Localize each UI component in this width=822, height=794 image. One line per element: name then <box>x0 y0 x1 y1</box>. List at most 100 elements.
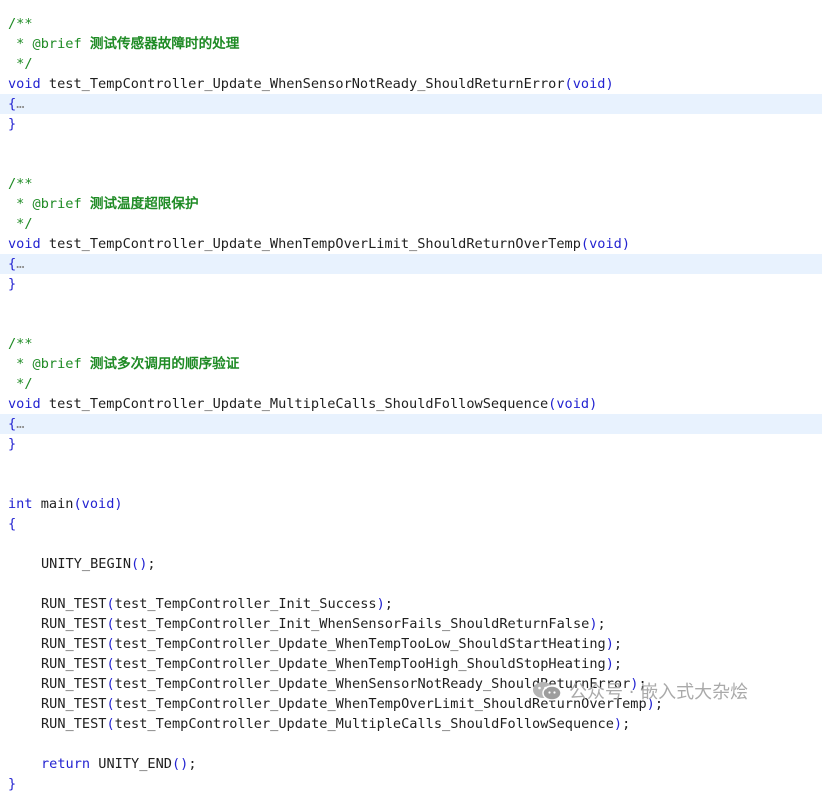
brief-tag: * @brief <box>8 356 90 372</box>
doc-comment-open: /** <box>0 174 822 194</box>
fold-ellipsis-icon[interactable]: … <box>16 416 24 432</box>
brace-close: } <box>8 116 17 132</box>
test-function-name: test_TempController_Update_WhenTempTooLo… <box>114 636 606 652</box>
macro-name: RUN_TEST <box>41 716 107 732</box>
brace-open: { <box>8 416 17 432</box>
function-signature: void test_TempController_Update_WhenSens… <box>0 74 822 94</box>
brace-close-line: } <box>0 434 822 454</box>
comment-text: */ <box>8 56 33 72</box>
paren-close: ) <box>376 596 385 612</box>
function-name: test_TempController_Update_MultipleCalls… <box>40 396 549 412</box>
semicolon: ; <box>622 716 631 732</box>
test-function-name: test_TempController_Update_MultipleCalls… <box>114 716 614 732</box>
doc-comment-close: */ <box>0 214 822 234</box>
doc-comment-brief: * @brief 测试传感器故障时的处理 <box>0 34 822 54</box>
paren-close: ) <box>605 636 614 652</box>
brief-tag: * @brief <box>8 36 90 52</box>
brace-open: { <box>8 256 17 272</box>
comment-text: /** <box>8 16 33 32</box>
doc-comment-close: */ <box>0 374 822 394</box>
run-test-line: RUN_TEST(test_TempController_Init_WhenSe… <box>0 614 822 634</box>
function-params: (void) <box>548 396 598 412</box>
comment-text: /** <box>8 336 33 352</box>
return-type: int <box>8 496 33 512</box>
run-test-line: RUN_TEST(test_TempController_Init_Succes… <box>0 594 822 614</box>
unity-begin-call: UNITY_BEGIN(); <box>0 554 822 574</box>
paren-open: ( <box>106 696 115 712</box>
comment-text: */ <box>8 376 33 392</box>
paren-open: ( <box>106 716 115 732</box>
macro-name: RUN_TEST <box>41 696 107 712</box>
folded-body[interactable]: {… <box>0 254 822 274</box>
return-keyword: return <box>41 756 91 772</box>
paren-open: ( <box>106 596 115 612</box>
function-signature: void test_TempController_Update_Multiple… <box>0 394 822 414</box>
fold-ellipsis-icon[interactable]: … <box>16 256 24 272</box>
brace-open: { <box>8 516 17 532</box>
doc-comment-close: */ <box>0 54 822 74</box>
comment-text: */ <box>8 216 33 232</box>
macro-name: UNITY_BEGIN <box>41 556 132 572</box>
brace-close-line: } <box>0 274 822 294</box>
code-editor[interactable]: /** * @brief 测试传感器故障时的处理 */ void test_Te… <box>0 14 822 794</box>
watermark-text: 公众号 · 嵌入式大杂烩 <box>569 682 749 703</box>
return-type: void <box>8 396 41 412</box>
fold-ellipsis-icon[interactable]: … <box>16 96 24 112</box>
test-function-name: test_TempController_Init_Success <box>114 596 377 612</box>
run-test-line: RUN_TEST(test_TempController_Update_Mult… <box>0 714 822 734</box>
brace-close: } <box>8 276 17 292</box>
paren-open: ( <box>106 676 115 692</box>
function-params: (void) <box>580 236 631 252</box>
return-type: void <box>8 236 41 252</box>
doc-comment-brief: * @brief 测试温度超限保护 <box>0 194 822 214</box>
brief-text: 测试温度超限保护 <box>89 196 199 212</box>
brace-open: { <box>8 96 17 112</box>
call-parens: () <box>171 756 189 772</box>
brace-close: } <box>8 776 17 792</box>
macro-name: RUN_TEST <box>41 676 107 692</box>
function-name: main <box>32 496 74 512</box>
test-function-name: test_TempController_Init_WhenSensorFails… <box>114 616 590 632</box>
folded-body[interactable]: {… <box>0 414 822 434</box>
macro-name: RUN_TEST <box>41 656 107 672</box>
brace-close-line: } <box>0 114 822 134</box>
return-type: void <box>8 76 41 92</box>
wechat-icon <box>531 680 563 702</box>
function-name: test_TempController_Update_WhenTempOverL… <box>40 236 581 252</box>
paren-close: ) <box>589 616 598 632</box>
watermark: 公众号 · 嵌入式大杂烩 <box>531 678 748 704</box>
semicolon: ; <box>147 556 156 572</box>
macro-name: RUN_TEST <box>41 636 107 652</box>
macro-name: RUN_TEST <box>41 596 107 612</box>
brace-open-line: { <box>0 514 822 534</box>
doc-comment-open: /** <box>0 334 822 354</box>
semicolon: ; <box>188 756 197 772</box>
run-test-line: RUN_TEST(test_TempController_Update_When… <box>0 654 822 674</box>
brief-text: 测试传感器故障时的处理 <box>89 36 240 52</box>
macro-name: UNITY_END <box>90 756 172 772</box>
macro-name: RUN_TEST <box>41 616 107 632</box>
function-signature: void test_TempController_Update_WhenTemp… <box>0 234 822 254</box>
function-params: (void) <box>564 76 614 92</box>
comment-text: /** <box>8 176 33 192</box>
function-params: (void) <box>73 496 123 512</box>
paren-open: ( <box>106 656 115 672</box>
semicolon: ; <box>597 616 606 632</box>
call-parens: () <box>131 556 148 572</box>
paren-open: ( <box>106 636 115 652</box>
function-name: test_TempController_Update_WhenSensorNot… <box>40 76 565 92</box>
paren-close: ) <box>613 716 623 732</box>
doc-comment-open: /** <box>0 14 822 34</box>
folded-body[interactable]: {… <box>0 94 822 114</box>
run-test-line: RUN_TEST(test_TempController_Update_When… <box>0 634 822 654</box>
semicolon: ; <box>613 656 623 672</box>
